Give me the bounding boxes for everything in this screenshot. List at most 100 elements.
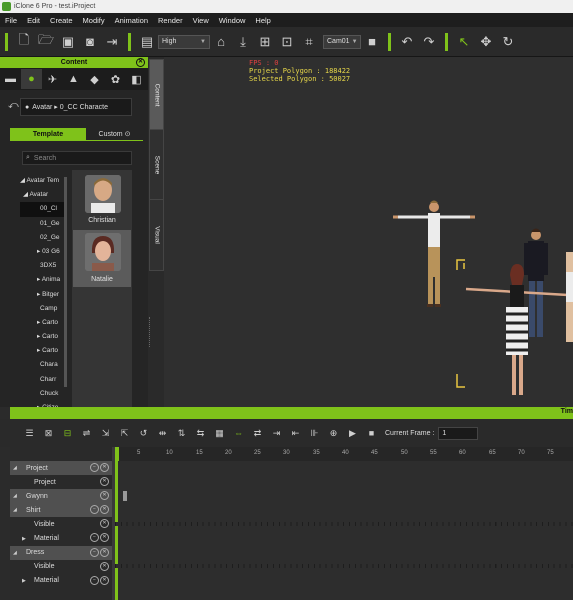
tree-node[interactable]: ▸ Carto (20, 330, 67, 344)
thumbnail-item[interactable]: Christian (73, 172, 131, 229)
key-icon[interactable]: ⊠ (39, 422, 58, 444)
collapse-arrow-icon[interactable]: ▶ (22, 536, 30, 542)
collapse-arrow-icon[interactable]: ▶ (22, 578, 30, 584)
collapse-icon[interactable]: ⇌ (77, 422, 96, 444)
fit-range-icon[interactable]: ⇄ (248, 422, 267, 444)
split-icon[interactable]: ⊪ (305, 422, 324, 444)
close-icon[interactable]: ✕ (100, 547, 109, 557)
menu-file[interactable]: File (0, 16, 22, 25)
tree-node[interactable]: ▸ Carto (20, 316, 67, 330)
home-icon[interactable]: ⌂ (210, 31, 232, 53)
undo-icon[interactable]: ↶ (396, 31, 418, 53)
export-icon[interactable]: ⇥ (101, 31, 123, 53)
back-icon[interactable]: ⤺ (8, 100, 19, 111)
breadcrumb[interactable]: ● Avatar ▸ 0_CC Characte (20, 98, 132, 116)
rotate-icon[interactable]: ↻ (497, 31, 519, 53)
chevron-down-icon[interactable]: ⊙ (125, 131, 131, 138)
tree-scrollbar[interactable] (64, 177, 67, 387)
track-row[interactable]: ▶ Material − ✕ (10, 574, 112, 588)
playhead[interactable] (115, 447, 119, 461)
remove-icon[interactable]: ⇱ (115, 422, 134, 444)
resize-handle[interactable] (149, 317, 151, 347)
track-row[interactable]: Visible ✕ (10, 560, 112, 574)
menu-modify[interactable]: Modify (78, 16, 110, 25)
thumbnail-item[interactable]: Natalie (73, 230, 131, 287)
tree-node[interactable]: 02_Ge (20, 231, 67, 245)
move-icon[interactable]: ✥ (475, 31, 497, 53)
range-icon[interactable]: ⇔ (229, 422, 248, 444)
track-row[interactable]: ◢ Project − ✕ (10, 461, 112, 476)
menu-animation[interactable]: Animation (110, 16, 153, 25)
more-icon[interactable]: ◧ (126, 69, 147, 89)
camera-select[interactable]: Cam01 ▼ (323, 34, 361, 49)
bracket-icon[interactable]: ⌗ (298, 31, 320, 53)
clipboard-icon[interactable]: ▦ (210, 422, 229, 444)
menu-view[interactable]: View (188, 16, 214, 25)
expand-icon[interactable]: ◢ (13, 465, 21, 471)
menu-edit[interactable]: Edit (22, 16, 45, 25)
open-folder-icon[interactable]: 🗁 (35, 31, 57, 53)
minus-icon[interactable]: − (90, 533, 99, 543)
stop-icon[interactable]: ■ (362, 422, 381, 444)
image-icon[interactable]: ▲ (63, 69, 84, 89)
menu-create[interactable]: Create (45, 16, 78, 25)
tree-node[interactable]: Charr (20, 373, 67, 387)
tree-node[interactable]: 01_Ge (20, 217, 67, 231)
tree-node[interactable]: 00_Cl (20, 202, 67, 217)
tree-node[interactable]: ▸ 03 G6 (20, 245, 67, 259)
tab-scene[interactable]: Scene (149, 129, 164, 201)
3d-viewport[interactable]: FPS : 0 Project Polygon : 188422 Selecte… (164, 57, 573, 407)
tree-node[interactable]: ▸ Carto (20, 344, 67, 358)
tab-content[interactable]: Content (149, 59, 164, 131)
tree-node[interactable]: ◢ Avatar Tem (20, 174, 67, 188)
clip-icon[interactable]: ⇹ (153, 422, 172, 444)
viewport-icon[interactable]: ▤ (136, 31, 158, 53)
menu-render[interactable]: Render (153, 16, 188, 25)
tree-node[interactable]: Camp (20, 302, 67, 316)
film-icon[interactable]: ✿ (105, 69, 126, 89)
close-icon[interactable]: ✕ (100, 463, 109, 472)
fit-icon[interactable]: ⊞ (254, 31, 276, 53)
align-icon[interactable]: ⤓ (232, 31, 254, 53)
camera-icon[interactable]: ■ (361, 31, 383, 53)
play-icon[interactable]: ▶ (343, 422, 362, 444)
save-icon[interactable]: ▣ (57, 31, 79, 53)
track-row[interactable]: ◢ Dress − ✕ (10, 545, 112, 560)
expand-icon[interactable]: ◢ (13, 493, 21, 499)
avatar-icon[interactable]: ● (21, 69, 42, 89)
prop-icon[interactable]: ◆ (84, 69, 105, 89)
tree-node[interactable]: ▸ Anima (20, 273, 67, 287)
menu-window[interactable]: Window (214, 16, 251, 25)
track-row[interactable]: ▶ Material − ✕ (10, 531, 112, 545)
frame-icon[interactable]: ⊡ (276, 31, 298, 53)
close-icon[interactable]: ✕ (100, 575, 109, 585)
select-arrow-icon[interactable]: ↖ (453, 31, 475, 53)
track-row[interactable]: ◢ Gwynn ✕ (10, 489, 112, 504)
tree-node[interactable]: ◢ Avatar (20, 188, 67, 202)
tree-node[interactable]: Chara (20, 358, 67, 372)
sort-icon[interactable]: ⇅ (172, 422, 191, 444)
track-row[interactable]: Project ✕ (10, 475, 112, 489)
frame-ruler[interactable]: 5 10 15 20 25 30 35 40 45 50 55 60 65 70… (115, 447, 573, 461)
loop-icon[interactable]: ↺ (134, 422, 153, 444)
close-icon[interactable]: ✕ (100, 533, 109, 543)
minus-icon[interactable]: − (90, 505, 99, 515)
minus-icon[interactable]: − (90, 575, 99, 585)
folder-icon[interactable]: ▬ (0, 69, 21, 89)
close-icon[interactable]: ✕ (136, 58, 145, 67)
track-row[interactable]: ◢ Shirt − ✕ (10, 503, 112, 518)
close-icon[interactable]: ✕ (100, 519, 109, 529)
insert-icon[interactable]: ⇲ (96, 422, 115, 444)
zoom-icon[interactable]: ⊕ (324, 422, 343, 444)
tab-template[interactable]: Template (10, 128, 86, 141)
current-frame-input[interactable]: 1 (438, 426, 479, 440)
expand-icon[interactable]: ◢ (13, 507, 21, 513)
tree-node[interactable]: Chuck (20, 387, 67, 401)
close-icon[interactable]: ✕ (100, 505, 109, 515)
tree-node[interactable]: ▸ Bitger (20, 288, 67, 302)
filter-icon[interactable]: ⊟ (58, 422, 77, 444)
search-input[interactable]: ⌕ Search (22, 151, 132, 165)
close-icon[interactable]: ✕ (100, 477, 109, 487)
minus-icon[interactable]: − (90, 547, 99, 557)
timeline-area[interactable]: 5 10 15 20 25 30 35 40 45 50 55 60 65 70… (115, 447, 573, 600)
